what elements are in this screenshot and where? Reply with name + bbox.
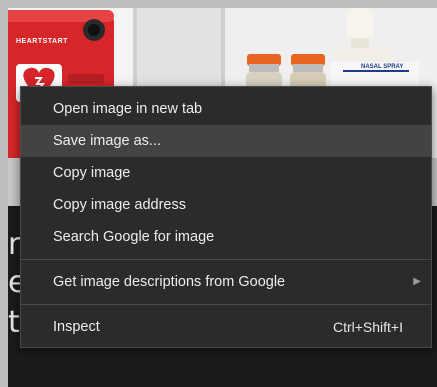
menu-item-get-image-descriptions[interactable]: Get image descriptions from Google ▶ [21,266,431,298]
menu-item-label: Copy image [53,165,131,181]
context-menu: Open image in new tab Save image as... C… [20,86,432,348]
menu-item-open-image-new-tab[interactable]: Open image in new tab [21,93,431,125]
menu-separator [21,304,431,305]
menu-item-label: Get image descriptions from Google [53,274,286,290]
page-text-fragment: t [8,305,20,340]
page-frame-left [0,0,8,387]
menu-item-label: Save image as... [53,133,161,149]
menu-item-label: Copy image address [53,197,186,213]
menu-item-label: Search Google for image [53,229,215,245]
browser-page: HEARTSTART NASAL SPRAY e t Open image in… [0,0,437,387]
menu-item-inspect[interactable]: Inspect Ctrl+Shift+I [21,311,431,343]
menu-item-copy-image-address[interactable]: Copy image address [21,189,431,221]
page-frame-top [0,0,437,8]
menu-item-shortcut: Ctrl+Shift+I [332,319,403,335]
aed-brand-text: HEARTSTART [16,38,68,45]
menu-item-label: Open image in new tab [53,101,203,117]
chevron-right-icon: ▶ [413,276,421,287]
menu-item-copy-image[interactable]: Copy image [21,157,431,189]
menu-item-label: Inspect [53,319,100,335]
menu-separator [21,259,431,260]
menu-item-save-image-as[interactable]: Save image as... [21,125,431,157]
menu-item-search-google-for-image[interactable]: Search Google for image [21,221,431,253]
spray-label-text: NASAL SPRAY [361,64,404,70]
